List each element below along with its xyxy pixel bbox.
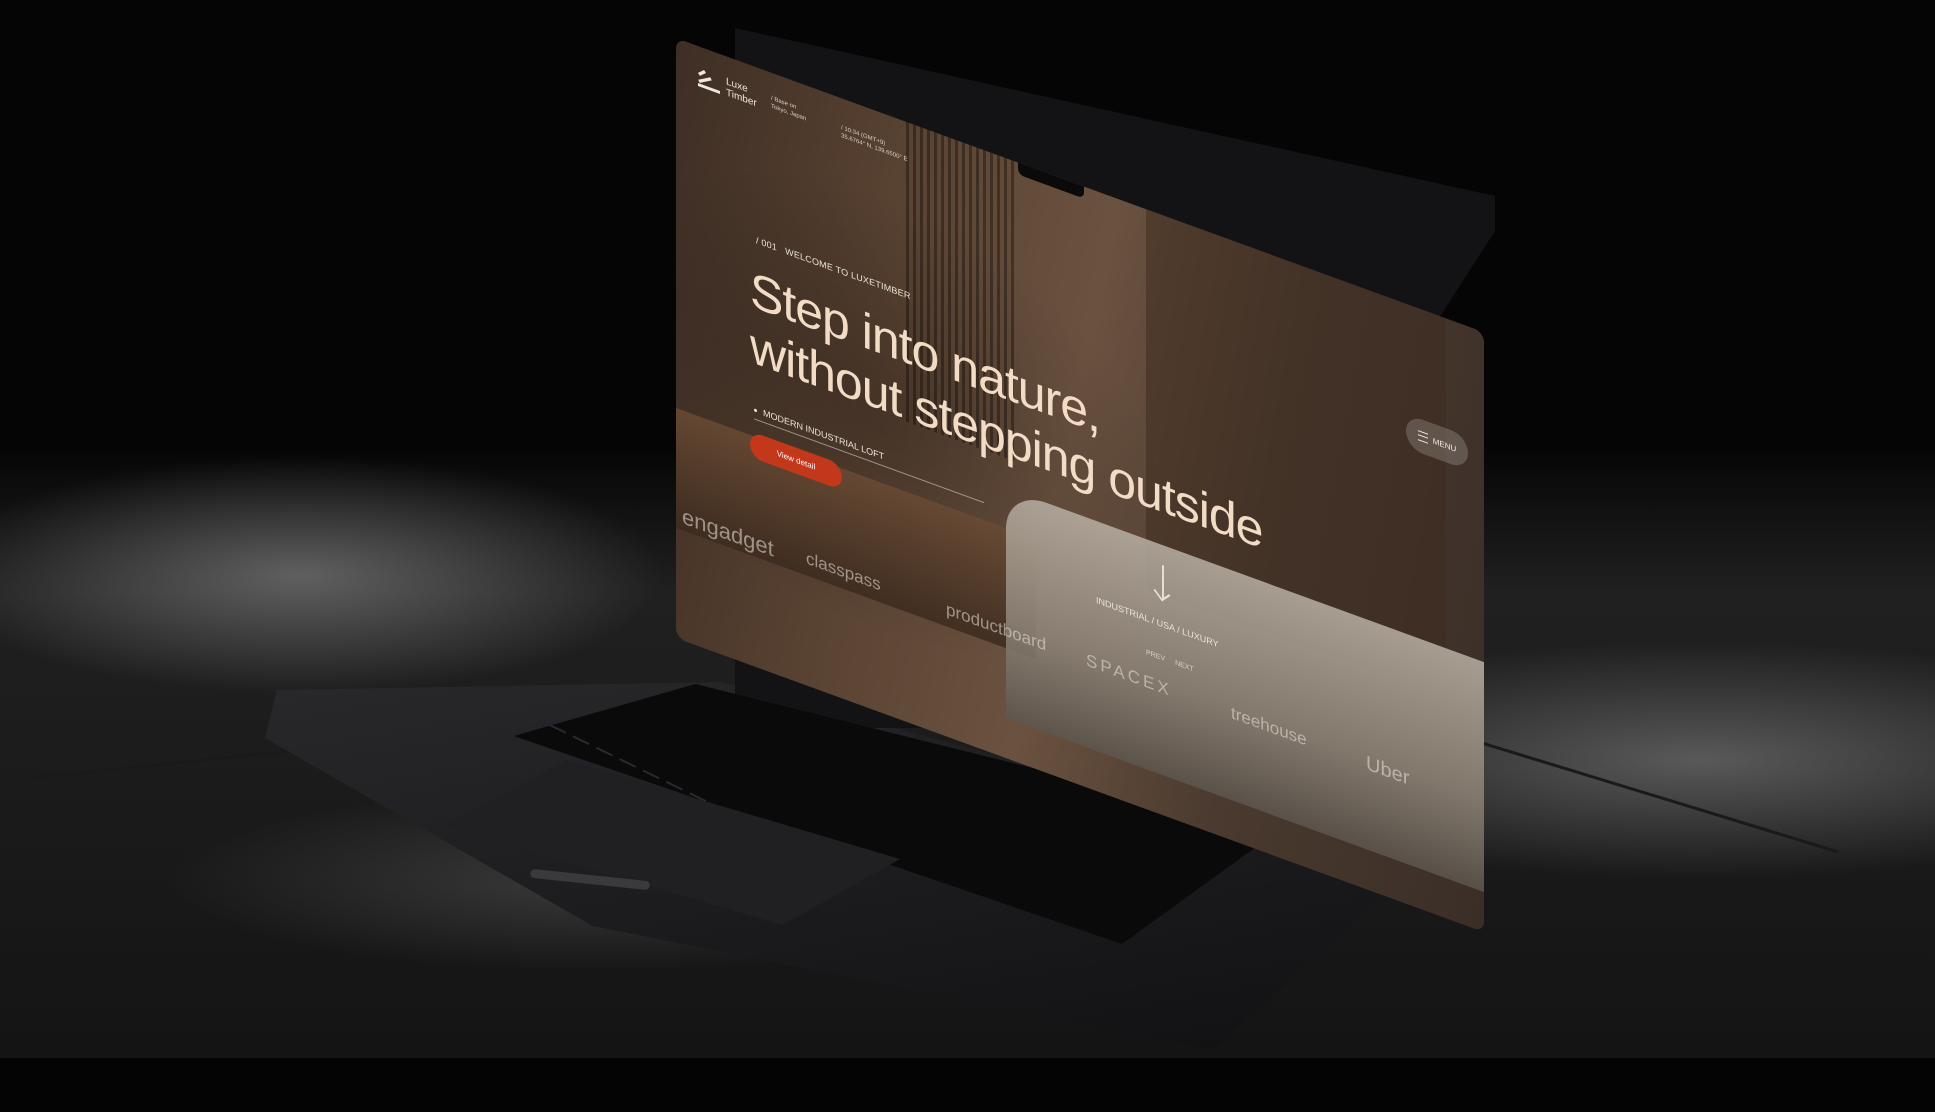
scene: Luxe Timber / Base on Tokyo, Japan / 10:… bbox=[0, 0, 1935, 1058]
brand-logo-uber: Uber bbox=[1366, 752, 1410, 790]
arrow-down-icon[interactable] bbox=[1162, 564, 1164, 600]
luxetimber-logo-icon bbox=[697, 66, 720, 96]
hamburger-icon bbox=[1417, 429, 1428, 444]
menu-label: MENU bbox=[1432, 435, 1457, 454]
brand-name: Luxe Timber bbox=[726, 76, 776, 116]
section-number: / 001 bbox=[756, 235, 778, 253]
bullet-icon bbox=[754, 408, 757, 413]
brand-logo[interactable]: Luxe Timber bbox=[697, 66, 776, 116]
